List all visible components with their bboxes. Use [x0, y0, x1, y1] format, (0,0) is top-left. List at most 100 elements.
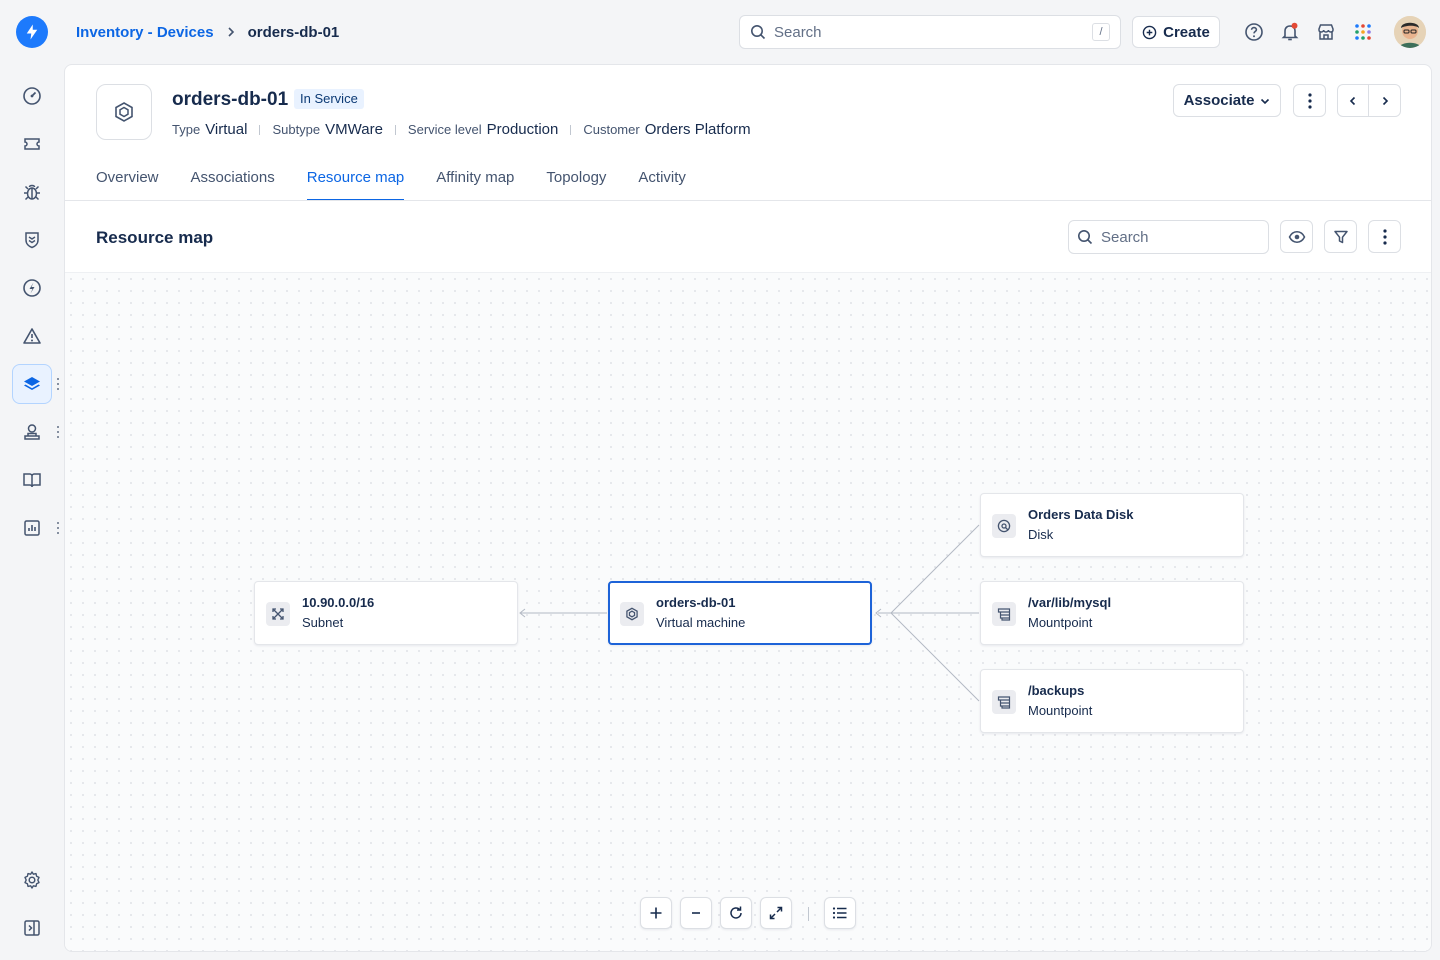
view-options-button[interactable]	[1280, 220, 1313, 253]
node-name: /var/lib/mysql	[1028, 595, 1112, 610]
associate-button[interactable]: Associate	[1173, 84, 1281, 117]
node-type: Virtual machine	[656, 615, 746, 630]
create-label: Create	[1163, 23, 1210, 41]
filter-button[interactable]	[1324, 220, 1357, 253]
chevron-right-icon	[1382, 96, 1388, 105]
breadcrumb: Inventory - Devices orders-db-01	[76, 22, 339, 42]
reset-view-button[interactable]	[720, 897, 752, 929]
device-meta: Type Virtual Subtype VMWare Service leve…	[172, 121, 751, 138]
zoom-out-button[interactable]	[680, 897, 712, 929]
page-title: orders-db-01	[172, 89, 289, 110]
map-node-disk[interactable]: Orders Data Disk Disk	[980, 493, 1244, 557]
more-vertical-icon	[1382, 228, 1387, 245]
fullscreen-button[interactable]	[760, 897, 792, 929]
meta-type-key: Type	[172, 122, 201, 137]
eye-icon	[1288, 230, 1305, 243]
tab-divider	[65, 200, 1431, 201]
minus-icon	[692, 912, 700, 914]
resource-map-canvas[interactable]: 10.90.0.0/16 Subnet orders-db-01 Virtual…	[65, 272, 1431, 951]
map-node-mountpoint-mysql[interactable]: /var/lib/mysql Mountpoint	[980, 581, 1244, 645]
node-name: Orders Data Disk	[1028, 507, 1134, 522]
app-logo-icon[interactable]	[16, 16, 48, 48]
section-title: Resource map	[96, 228, 214, 247]
projects-stamp-icon[interactable]	[16, 416, 48, 448]
refresh-icon	[730, 906, 742, 919]
plus-circle-icon	[1142, 25, 1157, 39]
tab-activity[interactable]: Activity	[638, 169, 686, 201]
chevron-right-icon	[226, 27, 236, 37]
breadcrumb-parent-link[interactable]: Inventory - Devices	[76, 24, 214, 41]
node-name: orders-db-01	[656, 595, 736, 610]
previous-record-button[interactable]	[1338, 85, 1369, 116]
breadcrumb-current: orders-db-01	[247, 23, 340, 41]
record-pager	[1337, 84, 1401, 117]
meta-customer-value: Orders Platform	[644, 121, 751, 138]
global-search-input[interactable]: Search /	[739, 15, 1121, 49]
settings-gear-icon[interactable]	[16, 864, 48, 896]
next-record-button[interactable]	[1369, 85, 1400, 116]
chevron-left-icon	[1349, 96, 1356, 105]
search-placeholder: Search	[774, 23, 822, 41]
tab-resource-map[interactable]: Resource map	[306, 169, 404, 201]
search-icon	[750, 24, 766, 40]
meta-divider	[394, 124, 396, 135]
expand-arrows-icon	[769, 906, 783, 920]
tab-bar: Overview Associations Resource map Affin…	[96, 169, 686, 201]
user-avatar[interactable]	[1394, 16, 1426, 48]
changes-shield-icon[interactable]	[16, 224, 48, 256]
projects-more-icon[interactable]	[56, 426, 60, 438]
top-bar: Inventory - Devices orders-db-01 Search …	[0, 0, 1440, 64]
zoom-in-button[interactable]	[640, 897, 672, 929]
chevron-down-icon	[1261, 98, 1270, 104]
virtual-machine-icon	[620, 602, 644, 626]
dashboard-gauge-icon[interactable]	[16, 80, 48, 112]
bug-icon[interactable]	[16, 176, 48, 208]
knowledge-book-icon[interactable]	[16, 464, 48, 496]
meta-divider	[570, 124, 572, 135]
map-search-input[interactable]: Search	[1068, 220, 1269, 254]
reports-chart-icon[interactable]	[16, 512, 48, 544]
help-icon[interactable]	[1242, 20, 1266, 44]
node-type: Subnet	[302, 615, 344, 630]
assets-layers-icon[interactable]	[12, 364, 52, 404]
tab-topology[interactable]: Topology	[546, 169, 606, 201]
map-more-button[interactable]	[1368, 220, 1401, 253]
node-type: Mountpoint	[1028, 615, 1093, 630]
assets-more-icon[interactable]	[56, 378, 60, 390]
plus-icon	[650, 907, 662, 919]
tab-associations[interactable]: Associations	[191, 169, 275, 201]
notifications-bell-icon[interactable]	[1278, 20, 1302, 44]
map-search-placeholder: Search	[1101, 228, 1149, 246]
meta-subtype-key: Subtype	[272, 122, 321, 137]
map-node-mountpoint-backups[interactable]: /backups Mountpoint	[980, 669, 1244, 733]
tab-overview[interactable]: Overview	[96, 169, 159, 201]
disk-icon	[992, 514, 1016, 538]
filter-funnel-icon	[1333, 230, 1348, 243]
map-node-subnet[interactable]: 10.90.0.0/16 Subnet	[254, 581, 518, 645]
node-type: Mountpoint	[1028, 703, 1093, 718]
legend-list-button[interactable]	[824, 897, 856, 929]
node-name: 10.90.0.0/16	[302, 595, 375, 610]
alert-triangle-icon[interactable]	[16, 320, 48, 352]
mountpoint-icon	[992, 690, 1016, 714]
tickets-icon[interactable]	[16, 128, 48, 160]
create-button[interactable]: Create	[1132, 16, 1220, 48]
meta-subtype-value: VMWare	[325, 121, 383, 138]
more-actions-button[interactable]	[1293, 84, 1326, 117]
node-type: Disk	[1028, 527, 1054, 542]
more-vertical-icon	[1307, 92, 1312, 109]
reports-more-icon[interactable]	[56, 522, 60, 534]
app-switcher-icon[interactable]	[1351, 20, 1375, 44]
store-icon[interactable]	[1314, 20, 1338, 44]
zoom-controls-divider	[808, 907, 809, 921]
problems-compass-icon[interactable]	[16, 272, 48, 304]
expand-sidebar-icon[interactable]	[16, 912, 48, 944]
node-name: /backups	[1028, 683, 1085, 698]
meta-customer-key: Customer	[583, 122, 640, 137]
mountpoint-icon	[992, 602, 1016, 626]
tab-affinity-map[interactable]: Affinity map	[436, 169, 514, 201]
map-node-virtual-machine[interactable]: orders-db-01 Virtual machine	[608, 581, 872, 645]
subnet-icon	[266, 602, 290, 626]
meta-type-value: Virtual	[205, 121, 248, 138]
associate-label: Associate	[1183, 92, 1255, 109]
